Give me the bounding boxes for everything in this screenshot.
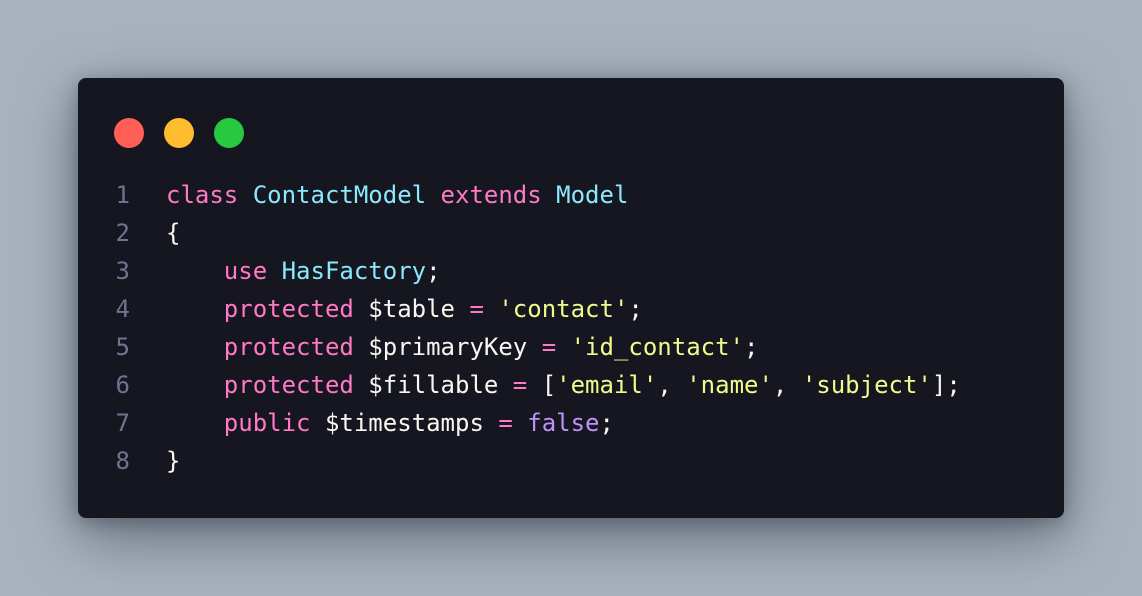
maximize-dot-icon[interactable] xyxy=(214,118,244,148)
line-number: 8 xyxy=(115,447,130,475)
code-token-plain: ]; xyxy=(931,371,961,399)
code-token-plain: } xyxy=(166,447,181,475)
line-number: 2 xyxy=(115,219,130,247)
code-token-class-name: ContactModel xyxy=(252,181,427,209)
code-token-plain: ; xyxy=(426,257,441,285)
code-token-keyword: protected xyxy=(223,295,354,323)
code-text: { xyxy=(166,214,180,252)
code-token-plain: ; xyxy=(599,409,614,437)
line-number: 4 xyxy=(115,295,130,323)
code-line: 6 protected $fillable = ['email', 'name'… xyxy=(78,366,1064,404)
window-controls xyxy=(114,118,244,148)
code-token-plain: , xyxy=(657,371,687,399)
code-token-plain: { xyxy=(166,219,181,247)
code-token-keyword: class xyxy=(166,181,239,209)
code-token-keyword: = xyxy=(541,333,557,361)
code-token-plain: , xyxy=(772,371,802,399)
code-token-string: 'id_contact' xyxy=(570,333,744,361)
code-text: } xyxy=(166,442,180,480)
code-text: protected $fillable = ['email', 'name', … xyxy=(166,366,961,404)
code-token-keyword: extends xyxy=(440,181,542,209)
code-text: protected $table = 'contact'; xyxy=(166,290,643,328)
code-token-string: 'name' xyxy=(686,371,773,399)
code-token-string: 'subject' xyxy=(801,371,932,399)
code-token-keyword: protected xyxy=(223,333,354,361)
minimize-dot-icon[interactable] xyxy=(164,118,194,148)
code-token-keyword: public xyxy=(223,409,311,437)
code-token-plain: $fillable xyxy=(353,371,513,399)
code-line: 1 class ContactModel extends Model xyxy=(78,176,1064,214)
code-line: 4 protected $table = 'contact'; xyxy=(78,290,1064,328)
code-token-plain: ; xyxy=(743,333,759,361)
code-token-boolean: false xyxy=(527,409,600,437)
code-text: use HasFactory; xyxy=(166,252,441,290)
code-token-keyword: protected xyxy=(223,371,354,399)
code-text: protected $primaryKey = 'id_contact'; xyxy=(166,328,759,366)
code-line: 7 public $timestamps = false; xyxy=(78,404,1064,442)
code-token-keyword: = xyxy=(512,371,528,399)
code-text: public $timestamps = false; xyxy=(166,404,614,442)
code-token-plain: [ xyxy=(527,371,557,399)
line-number: 1 xyxy=(115,181,130,209)
code-token-class-name: Model xyxy=(556,181,629,209)
line-number: 7 xyxy=(115,409,130,437)
code-window: 1 class ContactModel extends Model 2{3 use… xyxy=(78,78,1064,518)
line-number: 5 xyxy=(115,333,130,361)
line-number: 3 xyxy=(115,257,130,285)
code-line: 8} xyxy=(78,442,1064,480)
close-dot-icon[interactable] xyxy=(114,118,144,148)
line-number: 6 xyxy=(115,371,130,399)
code-token-string: 'email' xyxy=(556,371,658,399)
code-token-plain: $primaryKey xyxy=(353,333,542,361)
code-token-class-name: HasFactory xyxy=(281,257,427,285)
code-token-plain: ; xyxy=(628,295,643,323)
code-line: 3 use HasFactory; xyxy=(78,252,1064,290)
code-line: 2{ xyxy=(78,214,1064,252)
code-token-string: 'contact' xyxy=(498,295,629,323)
code-line: 5 protected $primaryKey = 'id_contact'; xyxy=(78,328,1064,366)
code-token-plain: $timestamps xyxy=(310,409,499,437)
code-block: 1 class ContactModel extends Model 2{3 use… xyxy=(78,176,1064,480)
code-token-plain: $table xyxy=(353,295,470,323)
code-text: class ContactModel extends Model xyxy=(166,176,628,214)
code-token-keyword: use xyxy=(223,257,268,285)
code-token-keyword: = xyxy=(469,295,484,323)
code-token-keyword: = xyxy=(498,409,513,437)
